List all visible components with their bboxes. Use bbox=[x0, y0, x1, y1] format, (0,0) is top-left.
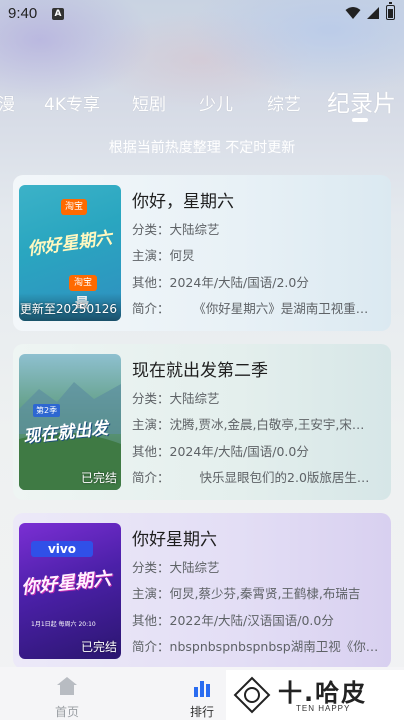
poster-title: 你好星期六 bbox=[20, 568, 113, 599]
poster-image: vivo 你好星期六 1月1日起 每周六 20:10 已完结 bbox=[19, 523, 121, 659]
list-item[interactable]: 第2季 现在就出发 已完结 现在就出发第二季 分类：大陆综艺 主演：沈腾,贾冰,… bbox=[13, 344, 391, 500]
card-title: 现在就出发第二季 bbox=[132, 361, 268, 381]
tab-short-drama[interactable]: 短剧 bbox=[132, 90, 166, 115]
tab-documentary[interactable]: 纪录片 bbox=[327, 84, 396, 118]
card-category: 分类：大陆综艺 bbox=[132, 222, 220, 237]
card-cast: 主演：沈腾,贾冰,金晨,白敬亭,王安宇,宋… bbox=[132, 417, 365, 432]
card-title: 你好星期六 bbox=[132, 530, 217, 550]
list-subtitle: 根据当前热度整理 不定时更新 bbox=[108, 140, 296, 156]
wifi-icon bbox=[345, 7, 361, 19]
poster-title: 你好星期六 bbox=[26, 228, 114, 260]
poster-date: 1月1日起 每周六 20:10 bbox=[31, 621, 96, 628]
nav-home-label: 首页 bbox=[54, 705, 79, 719]
card-intro: 简介： 快乐显眼包们的2.0版旅居生… bbox=[132, 470, 370, 485]
tab-active-indicator bbox=[352, 118, 368, 122]
watermark-text: 十.哈皮 bbox=[278, 679, 368, 707]
signal-icon bbox=[367, 7, 379, 19]
card-category: 分类：大陆综艺 bbox=[132, 391, 220, 406]
poster-season: 第2季 bbox=[33, 404, 61, 417]
status-bar: 9:40 A bbox=[0, 0, 404, 28]
watermark: 十.哈皮 TEN HAPPY bbox=[226, 670, 404, 720]
card-other: 其他：2024年/大陆/国语/2.0分 bbox=[132, 275, 309, 290]
card-intro: 简介：nbspnbspnbspnbsp湖南卫视《你… bbox=[132, 639, 379, 654]
card-cast: 主演：何炅,蔡少芬,秦霄贤,王鹤棣,布瑞吉 bbox=[132, 586, 361, 601]
tab-4k[interactable]: 4K专享 bbox=[44, 90, 100, 115]
status-badge: 已完结 bbox=[80, 471, 117, 485]
card-cast: 主演：何炅 bbox=[132, 248, 195, 263]
home-icon bbox=[57, 677, 77, 695]
watermark-logo-icon bbox=[233, 676, 271, 714]
card-category: 分类：大陆综艺 bbox=[132, 560, 220, 575]
poster-logo: 淘宝 bbox=[61, 199, 87, 215]
list-item[interactable]: vivo 你好星期六 1月1日起 每周六 20:10 已完结 你好星期六 分类：… bbox=[13, 513, 391, 669]
poster-image: 第2季 现在就出发 已完结 bbox=[19, 354, 121, 490]
poster-logo-2: 淘宝 bbox=[69, 275, 97, 291]
battery-icon bbox=[386, 2, 395, 20]
status-time: 9:40 bbox=[8, 5, 38, 22]
card-title: 你好，星期六 bbox=[132, 192, 234, 212]
category-tabs: 漫 4K专享 短剧 少儿 综艺 纪录片 bbox=[0, 82, 404, 122]
nav-rank-label: 排行 bbox=[189, 705, 214, 719]
watermark-subtext: TEN HAPPY bbox=[296, 704, 351, 713]
card-other: 其他：2022年/大陆/汉语国语/0.0分 bbox=[132, 613, 334, 628]
poster-brand: vivo bbox=[31, 541, 93, 557]
tab-variety[interactable]: 综艺 bbox=[267, 90, 301, 115]
rank-icon bbox=[194, 681, 210, 697]
poster-image: 淘宝 你好星期六 淘宝 最 更新至20250126 bbox=[19, 185, 121, 321]
list-item[interactable]: 淘宝 你好星期六 淘宝 最 更新至20250126 你好，星期六 分类：大陆综艺… bbox=[13, 175, 391, 331]
tab-kids[interactable]: 少儿 bbox=[199, 90, 233, 115]
status-badge: 已完结 bbox=[80, 640, 117, 654]
notification-icon: A bbox=[52, 8, 64, 20]
tab-manhua[interactable]: 漫 bbox=[0, 90, 15, 115]
card-intro: 简介： 《你好星期六》是湖南卫视重… bbox=[132, 301, 369, 316]
update-badge: 更新至20250126 bbox=[19, 302, 117, 316]
card-other: 其他：2024年/大陆/国语/0.0分 bbox=[132, 444, 309, 459]
